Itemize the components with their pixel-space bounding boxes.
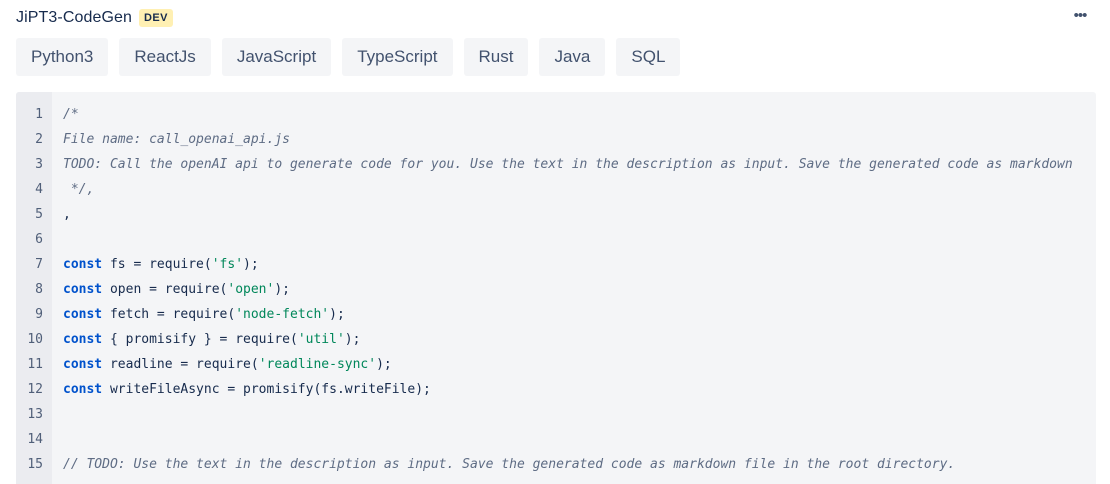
code-text: , [63,202,71,227]
tab-python3[interactable]: Python3 [16,38,109,76]
code-token-string: 'open' [227,282,275,297]
line-number: 1 [35,107,43,122]
code-token-keyword: const [63,282,103,297]
language-tabs: Python3 ReactJs JavaScript TypeScript Ru… [16,38,681,76]
code-text: /* [63,102,79,127]
code-token-keyword: const [63,307,103,322]
code-text: const fetch = require('node-fetch'); [63,302,345,327]
code-line: 7 const fs = require('fs'); [16,252,1096,277]
code-text: const { promisify } = require('util'); [63,327,360,352]
line-number: 7 [35,257,43,272]
line-number: 13 [27,407,43,422]
code-token-string: 'node-fetch' [235,307,330,322]
tab-java[interactable]: Java [539,38,606,76]
code-token-comment: /* [63,107,79,122]
code-token-plain: { promisify } = require( [102,332,298,347]
line-number: 8 [35,282,43,297]
code-line: 14 [16,427,1096,452]
code-line: 11 const readline = require('readline-syn… [16,352,1096,377]
code-text: // TODO: Use the text in the description… [63,452,955,477]
code-token-plain: fs = require( [102,257,212,272]
line-number: 15 [27,457,43,472]
code-line: 3 TODO: Call the openAI api to generate c… [16,152,1096,177]
code-text: File name: call_openai_api.js [63,127,290,152]
code-token-plain: ); [243,257,259,272]
code-line: 9 const fetch = require('node-fetch'); [16,302,1096,327]
line-number: 11 [27,357,43,372]
code-token-comment: File name: call_openai_api.js [63,132,290,147]
code-token-plain: , [63,207,71,222]
code-line: 8 const open = require('open'); [16,277,1096,302]
code-token-string: 'readline-sync' [258,357,377,372]
line-number: 6 [35,232,43,247]
code-token-string: 'util' [297,332,345,347]
code-line: 15 // TODO: Use the text in the descripti… [16,452,1096,477]
code-line: 2 File name: call_openai_api.js [16,127,1096,152]
tab-reactjs[interactable]: ReactJs [119,38,211,76]
code-token-plain: ); [376,357,392,372]
more-actions-icon[interactable]: ••• [1070,8,1090,25]
line-number: 12 [27,382,43,397]
code-text: TODO: Call the openAI api to generate co… [63,152,1073,177]
code-line: 12 const writeFileAsync = promisify(fs.wr… [16,377,1096,402]
code-text: const writeFileAsync = promisify(fs.writ… [63,377,431,402]
code-token-plain: open = require( [102,282,228,297]
line-number: 10 [27,332,43,347]
tab-javascript[interactable]: JavaScript [221,38,332,76]
code-line: 1 /* [16,102,1096,127]
code-line: 10 const { promisify } = require('util'); [16,327,1096,352]
line-number: 14 [27,432,43,447]
code-block[interactable]: 1 /* 2 File name: call_openai_api.js 3 TODO: … [16,92,1096,484]
tab-rust[interactable]: Rust [463,38,529,76]
line-number: 3 [35,157,43,172]
code-token-keyword: const [63,357,103,372]
code-token-comment: */, [63,182,95,197]
code-text: */, [63,177,95,202]
code-text: const open = require('open'); [63,277,290,302]
code-text: const fs = require('fs'); [63,252,259,277]
code-token-string: 'fs' [211,257,244,272]
code-line: 5, [16,202,1096,227]
code-text: const readline = require('readline-sync'… [63,352,392,377]
code-line: 4 */, [16,177,1096,202]
page-header: JiPT3-CodeGen DEV [16,6,173,30]
code-token-keyword: const [63,332,103,347]
line-number: 9 [35,307,43,322]
code-lines: 1 /* 2 File name: call_openai_api.js 3 TODO: … [16,102,1096,477]
line-number: 5 [35,207,43,222]
environment-badge: DEV [139,9,173,27]
code-token-plain: readline = require( [102,357,259,372]
code-token-keyword: const [63,257,103,272]
page-title: JiPT3-CodeGen [16,9,133,26]
code-token-keyword: const [63,382,103,397]
tab-typescript[interactable]: TypeScript [342,38,453,76]
code-line: 6 [16,227,1096,252]
code-token-plain: ); [274,282,290,297]
line-number: 4 [35,182,43,197]
tab-sql[interactable]: SQL [616,38,681,76]
line-number: 2 [35,132,43,147]
code-line: 13 [16,402,1096,427]
code-token-plain: ); [344,332,361,347]
code-token-plain: ); [329,307,345,322]
code-token-comment: // TODO: Use the text in the description… [63,457,956,472]
code-token-comment: TODO: Call the openAI api to generate co… [63,157,1073,172]
code-token-plain: fetch = require( [102,307,236,322]
code-token-plain: writeFileAsync = promisify(fs.writeFile)… [102,382,431,397]
